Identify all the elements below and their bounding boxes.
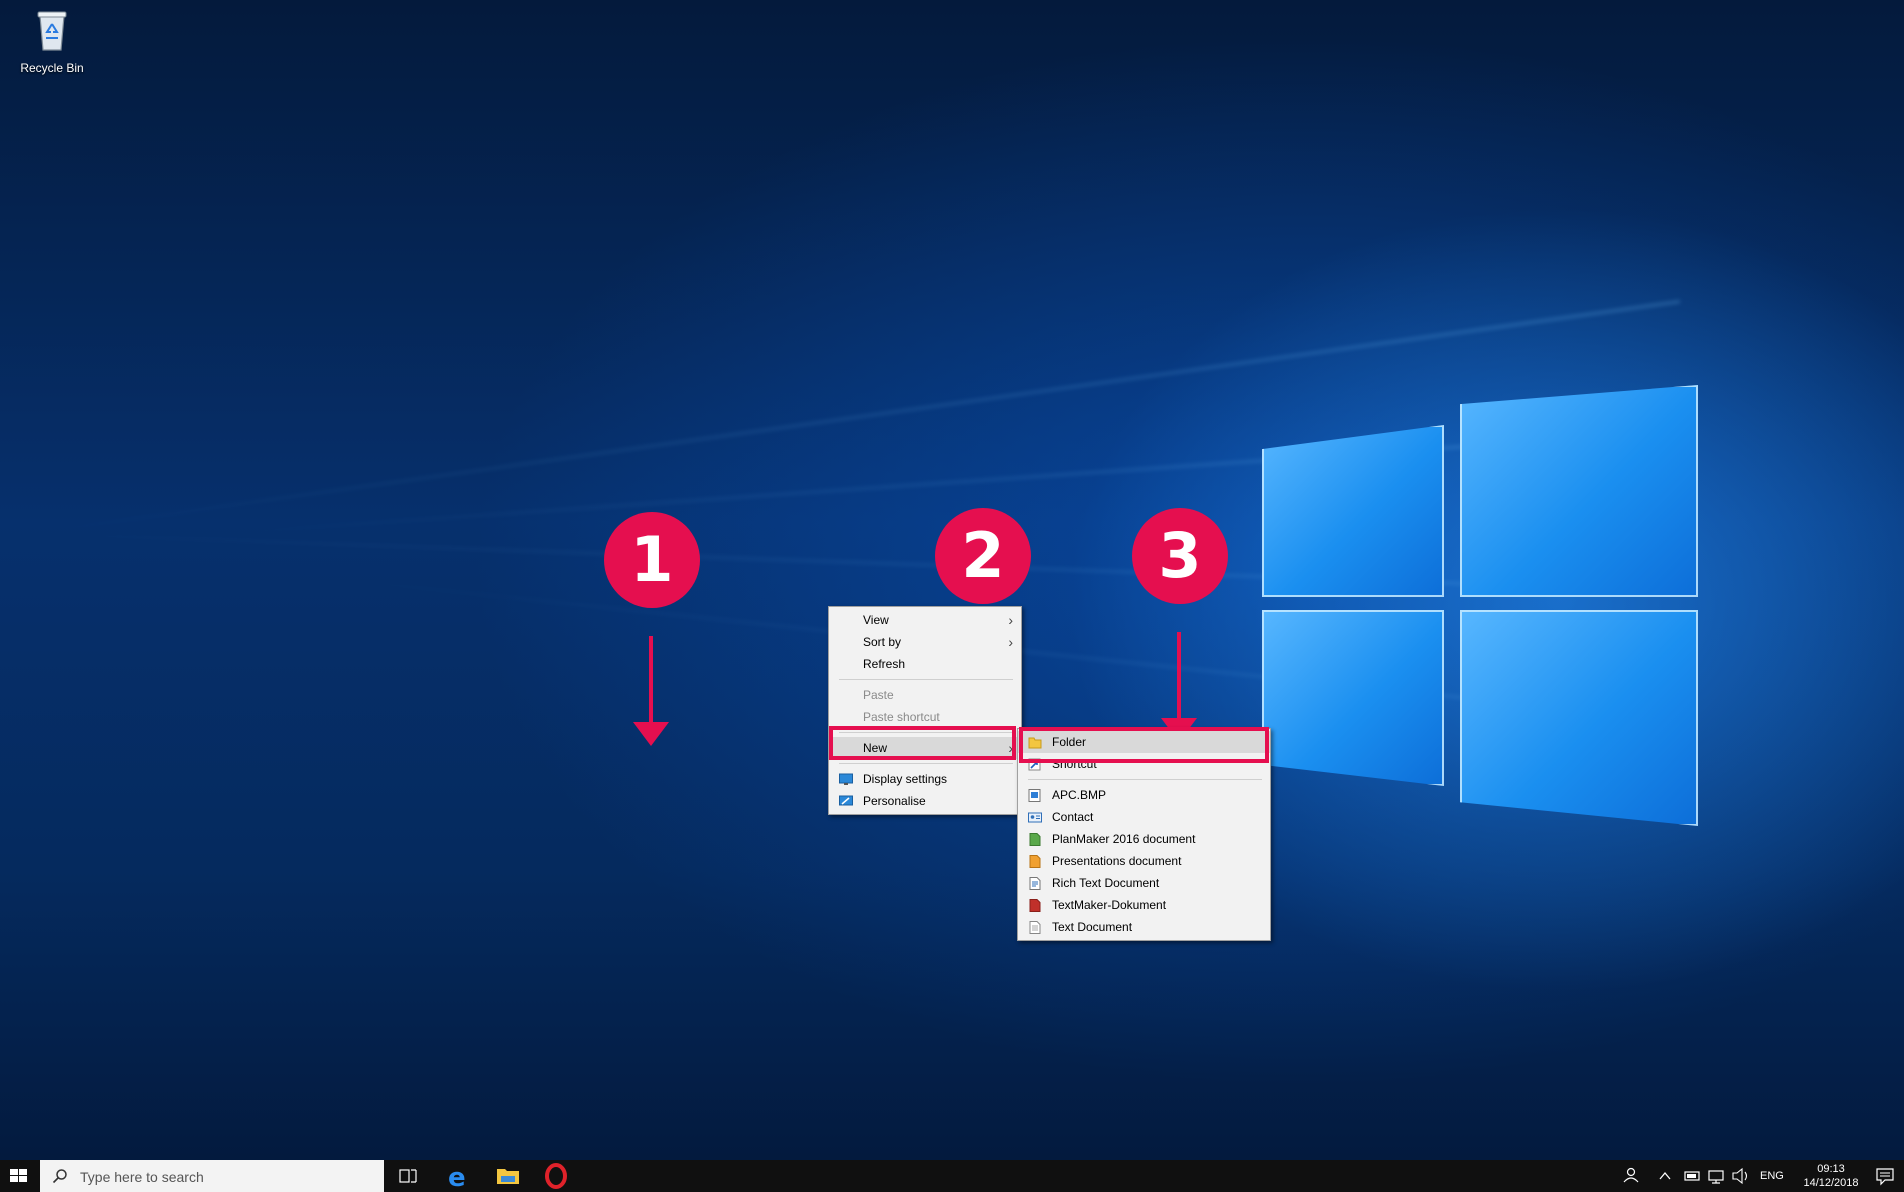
desktop-icon-recycle-bin[interactable]: Recycle Bin bbox=[14, 8, 90, 75]
menu-item-view[interactable]: View › bbox=[829, 609, 1021, 631]
chevron-right-icon: › bbox=[1008, 612, 1013, 628]
textmaker-icon bbox=[1029, 899, 1041, 912]
wallpaper-beam bbox=[203, 430, 1681, 537]
menu-item-paste-shortcut: Paste shortcut bbox=[829, 706, 1021, 728]
menu-item-refresh[interactable]: Refresh bbox=[829, 653, 1021, 675]
logo-pane-top-left bbox=[1262, 425, 1444, 597]
step-arrow-1 bbox=[633, 636, 669, 746]
menu-item-label: Paste bbox=[863, 688, 894, 702]
recycle-bin-icon bbox=[37, 11, 67, 51]
opera-button[interactable] bbox=[533, 1160, 579, 1192]
step-arrow-3 bbox=[1161, 632, 1197, 742]
contact-icon bbox=[1028, 812, 1042, 823]
task-view-button[interactable] bbox=[385, 1160, 431, 1192]
edge-icon: e bbox=[448, 1163, 466, 1192]
people-icon[interactable] bbox=[1620, 1160, 1642, 1192]
menu-item-label: TextMaker-Dokument bbox=[1052, 898, 1167, 912]
file-explorer-icon bbox=[497, 1169, 519, 1184]
highlight-folder bbox=[1019, 727, 1269, 763]
menu-item-text-document[interactable]: Text Document bbox=[1018, 916, 1270, 938]
notification-icon bbox=[1876, 1168, 1894, 1186]
menu-item-label: Sort by bbox=[863, 635, 902, 649]
menu-item-label: Presentations document bbox=[1052, 854, 1182, 868]
desktop-context-menu: View › Sort by › Refresh Paste Paste sho… bbox=[828, 606, 1022, 815]
menu-item-sort-by[interactable]: Sort by › bbox=[829, 631, 1021, 653]
windows-logo-icon bbox=[10, 1169, 27, 1182]
menu-item-contact[interactable]: Contact bbox=[1018, 806, 1270, 828]
taskbar: Type here to search e ENG 09:13 14/12/20… bbox=[0, 1160, 1904, 1192]
file-explorer-button[interactable] bbox=[485, 1160, 531, 1192]
language-indicator[interactable]: ENG bbox=[1760, 1170, 1784, 1182]
menu-item-paste: Paste bbox=[829, 684, 1021, 706]
personalise-icon bbox=[839, 795, 853, 806]
menu-item-label: Text Document bbox=[1052, 920, 1133, 934]
menu-item-textmaker[interactable]: TextMaker-Dokument bbox=[1018, 894, 1270, 916]
edge-button[interactable]: e bbox=[436, 1160, 482, 1192]
menu-separator bbox=[839, 679, 1013, 680]
menu-item-personalise[interactable]: Personalise bbox=[829, 790, 1021, 812]
highlight-new bbox=[829, 726, 1016, 760]
menu-item-label: Contact bbox=[1052, 810, 1094, 824]
action-center-button[interactable] bbox=[1866, 1160, 1904, 1192]
svg-text:e: e bbox=[448, 1163, 466, 1192]
battery-icon[interactable] bbox=[1682, 1160, 1704, 1192]
text-document-icon bbox=[1029, 921, 1041, 934]
step-badge-2: 2 bbox=[935, 508, 1031, 604]
rich-text-icon bbox=[1029, 877, 1041, 890]
start-button[interactable] bbox=[0, 1160, 38, 1192]
menu-item-display-settings[interactable]: Display settings bbox=[829, 768, 1021, 790]
menu-item-label: Personalise bbox=[863, 794, 926, 808]
logo-pane-bottom-right bbox=[1460, 610, 1698, 826]
taskbar-clock[interactable]: 09:13 14/12/2018 bbox=[1798, 1162, 1864, 1190]
search-placeholder: Type here to search bbox=[80, 1169, 204, 1185]
menu-item-label: Display settings bbox=[863, 772, 948, 786]
taskbar-search-box[interactable]: Type here to search bbox=[40, 1160, 384, 1192]
menu-item-presentations[interactable]: Presentations document bbox=[1018, 850, 1270, 872]
menu-item-label: APC.BMP bbox=[1052, 788, 1107, 802]
step-badge-1: 1 bbox=[604, 512, 700, 608]
chevron-right-icon: › bbox=[1008, 634, 1013, 650]
menu-item-rich-text[interactable]: Rich Text Document bbox=[1018, 872, 1270, 894]
bitmap-icon bbox=[1028, 789, 1041, 802]
menu-item-label: Paste shortcut bbox=[863, 710, 940, 724]
step-badge-3: 3 bbox=[1132, 508, 1228, 604]
menu-item-apc-bmp[interactable]: APC.BMP bbox=[1018, 784, 1270, 806]
menu-item-label: Rich Text Document bbox=[1052, 876, 1160, 890]
planmaker-icon bbox=[1029, 833, 1041, 846]
clock-date: 14/12/2018 bbox=[1803, 1177, 1859, 1189]
logo-pane-top-right bbox=[1460, 385, 1698, 597]
menu-item-label: View bbox=[863, 613, 889, 627]
menu-item-label: PlanMaker 2016 document bbox=[1052, 832, 1196, 846]
network-icon[interactable] bbox=[1706, 1160, 1728, 1192]
menu-separator bbox=[1028, 779, 1262, 780]
menu-item-planmaker[interactable]: PlanMaker 2016 document bbox=[1018, 828, 1270, 850]
logo-pane-bottom-left bbox=[1262, 610, 1444, 786]
task-view-icon bbox=[399, 1169, 417, 1183]
opera-icon bbox=[545, 1163, 567, 1189]
menu-item-label: Refresh bbox=[863, 657, 906, 671]
chevron-up-icon[interactable] bbox=[1656, 1160, 1674, 1192]
desktop[interactable]: Recycle Bin 1 2 3 View › Sort by › Refre… bbox=[0, 0, 1904, 1160]
display-icon bbox=[839, 773, 853, 785]
volume-icon[interactable] bbox=[1730, 1160, 1752, 1192]
presentations-icon bbox=[1029, 855, 1041, 868]
menu-separator bbox=[839, 763, 1013, 764]
recycle-bin-label: Recycle Bin bbox=[20, 61, 84, 75]
clock-time: 09:13 bbox=[1817, 1163, 1845, 1175]
search-icon bbox=[52, 1169, 67, 1184]
